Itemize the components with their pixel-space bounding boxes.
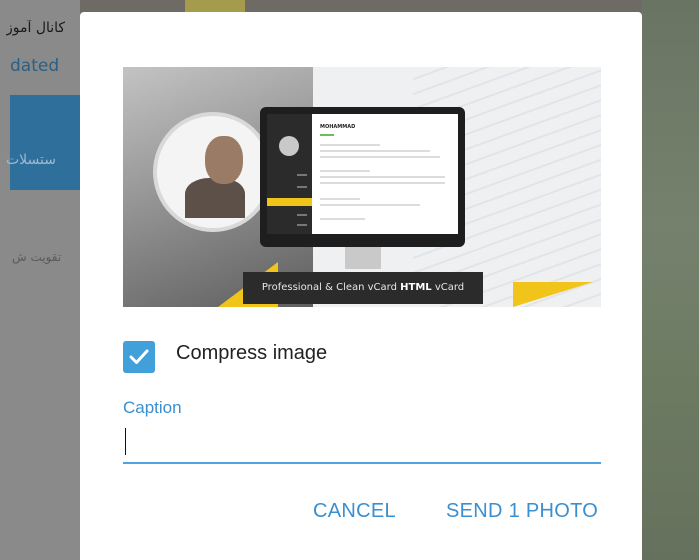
preview-screen-line [320, 170, 370, 172]
channel-title: کانال آموز [6, 20, 66, 36]
selected-chat-item [10, 95, 80, 190]
cancel-button[interactable]: CANCEL [313, 500, 396, 523]
send-photo-dialog: MOHAMMAD Professional & Clean vCard HTML… [80, 12, 642, 560]
preview-banner-prefix: Professional & Clean vCard [261, 282, 401, 293]
compress-image-label[interactable]: Compress image [176, 342, 327, 365]
compress-image-checkbox[interactable] [123, 341, 155, 373]
preview-banner: Professional & Clean vCard HTML vCard [243, 272, 483, 304]
preview-screen-line [320, 198, 360, 200]
send-photo-button[interactable]: SEND 1 PHOTO [446, 500, 598, 523]
preview-menu-line [297, 174, 307, 176]
caption-label: Caption [123, 398, 182, 417]
preview-menu-line [297, 224, 307, 226]
preview-banner-bold: HTML [400, 282, 432, 293]
caption-input[interactable] [123, 424, 601, 464]
preview-screen-avatar [279, 136, 299, 156]
preview-menu-active [267, 198, 312, 206]
background-chat-panel: کانال آموز dated ستسلات تقویت ش [0, 0, 80, 560]
preview-menu-line [297, 186, 307, 188]
preview-person-face [205, 136, 243, 184]
preview-screen-sidebar [267, 114, 312, 234]
chat-item-text: تقویت ش [12, 250, 62, 264]
preview-screen-line [320, 150, 430, 152]
preview-monitor-stand [345, 247, 381, 269]
preview-profile-circle [153, 112, 273, 232]
preview-screen-line [320, 182, 445, 184]
preview-menu-line [297, 214, 307, 216]
preview-screen-line [320, 176, 445, 178]
preview-screen-accent [320, 134, 334, 136]
background-yellow-patch [185, 0, 245, 12]
text-cursor [125, 428, 126, 455]
preview-screen-line [320, 218, 365, 220]
checkmark-icon [129, 349, 149, 364]
background-wallpaper [642, 0, 699, 560]
preview-banner-suffix: vCard [431, 282, 465, 293]
selected-chat-text: ستسلات [6, 152, 56, 168]
photo-preview: MOHAMMAD Professional & Clean vCard HTML… [123, 67, 601, 307]
preview-yellow-accent-right [513, 282, 593, 307]
preview-monitor-screen: MOHAMMAD [267, 114, 458, 234]
preview-screen-heading: MOHAMMAD [320, 124, 356, 130]
preview-person-shoulders [185, 178, 245, 218]
preview-screen-line [320, 144, 380, 146]
preview-screen-line [320, 204, 420, 206]
preview-screen-line [320, 156, 440, 158]
channel-status: dated [10, 56, 60, 76]
background-top-strip [80, 0, 642, 12]
preview-monitor: MOHAMMAD [260, 107, 465, 247]
